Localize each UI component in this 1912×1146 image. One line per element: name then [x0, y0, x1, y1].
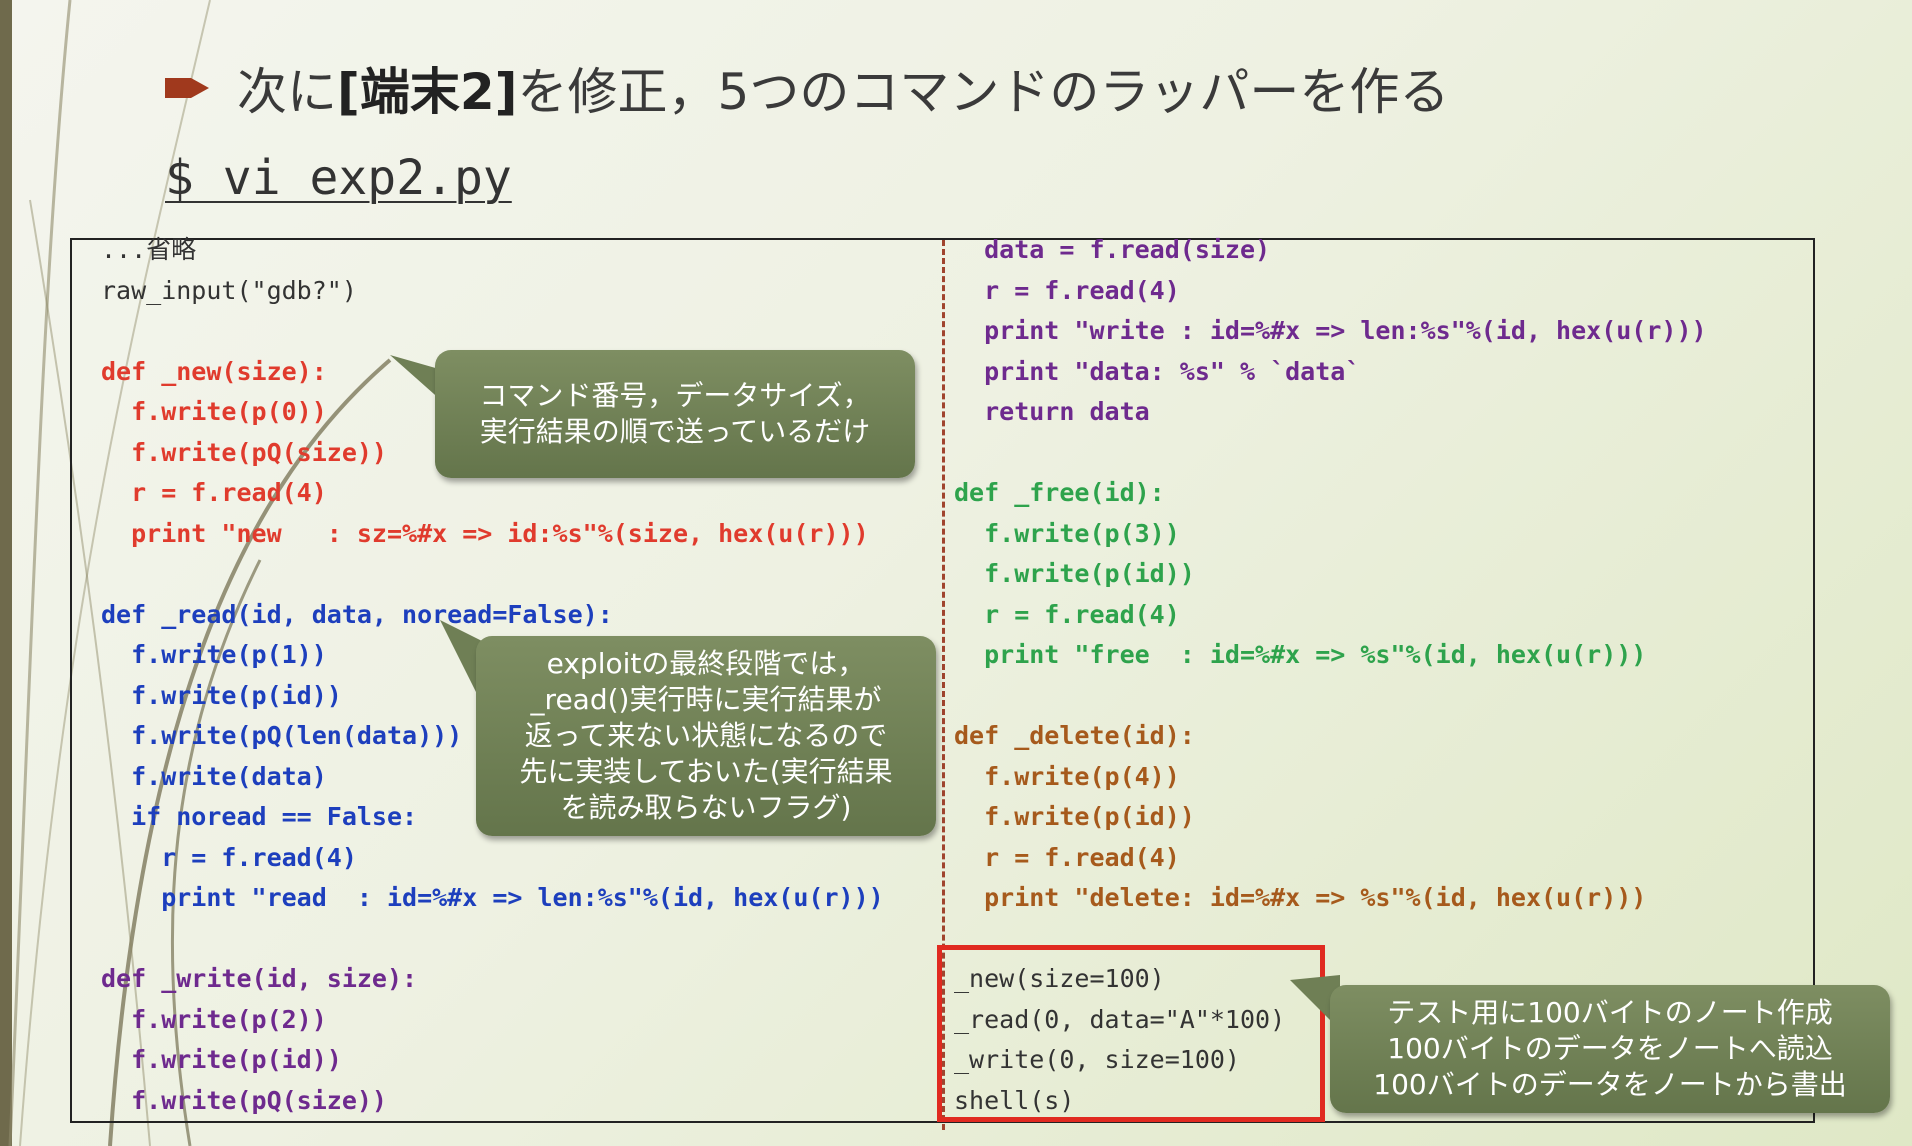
slide-heading: 次に[端末2]を修正，5つのコマンドのラッパーを作る: [237, 63, 1450, 121]
test-calls-highlight-box: [937, 945, 1325, 1122]
code-line: ...省略: [101, 235, 197, 264]
code-line: def _delete(id):: [954, 721, 1195, 750]
callout-test-explanation: テスト用に100バイトのノート作成 100バイトのデータをノートへ読込 100バ…: [1330, 985, 1890, 1113]
code-line: r = f.read(4): [101, 478, 327, 507]
code-line: f.write(p(id)): [101, 1045, 342, 1074]
code-line: f.write(p(3)): [954, 518, 1180, 548]
code-line: f.write(p(id)): [954, 802, 1195, 831]
code-line: return data: [954, 397, 1150, 426]
code-line: def _free(id):: [954, 478, 1165, 507]
code-line: print "delete: id=%#x => %s"%(id, hex(u(…: [954, 883, 1647, 912]
slide-heading-row: 次に[端末2]を修正，5つのコマンドのラッパーを作る: [165, 52, 1449, 124]
code-line: f.write(p(id)): [954, 559, 1195, 588]
arrow-bullet-icon: [165, 78, 209, 98]
callout-read-explanation: exploitの最終段階では， _read()実行時に実行結果が 返って来ない状…: [476, 636, 936, 836]
code-line: print "free : id=%#x => %s"%(id, hex(u(r…: [954, 640, 1647, 669]
heading-terminal-label: 端末2: [359, 63, 495, 121]
vi-command: $ vi exp2.py: [165, 150, 512, 206]
code-line: raw_input("gdb?"): [101, 275, 357, 305]
left-accent-bar: [0, 0, 12, 1146]
code-line: print "data: %s" % `data`: [954, 356, 1361, 386]
code-line: f.write(p(4)): [954, 761, 1180, 791]
code-line: data = f.read(size): [954, 235, 1271, 264]
code-line: print "read : id=%#x => len:%s"%(id, hex…: [101, 883, 884, 912]
code-line: r = f.read(4): [954, 599, 1180, 629]
code-line: f.write(p(2)): [101, 1004, 327, 1034]
code-line: print "new : sz=%#x => id:%s"%(size, hex…: [101, 518, 869, 548]
code-line: print "write : id=%#x => len:%s"%(id, he…: [954, 316, 1707, 345]
code-line: r = f.read(4): [954, 842, 1180, 872]
code-line: r = f.read(4): [954, 275, 1180, 305]
code-line: f.write(pQ(size)): [101, 1085, 387, 1115]
code-line: r = f.read(4): [101, 842, 357, 872]
code-line: def _write(id, size):: [101, 964, 418, 993]
callout-new-explanation: コマンド番号，データサイズ， 実行結果の順で送っているだけ: [435, 350, 915, 478]
